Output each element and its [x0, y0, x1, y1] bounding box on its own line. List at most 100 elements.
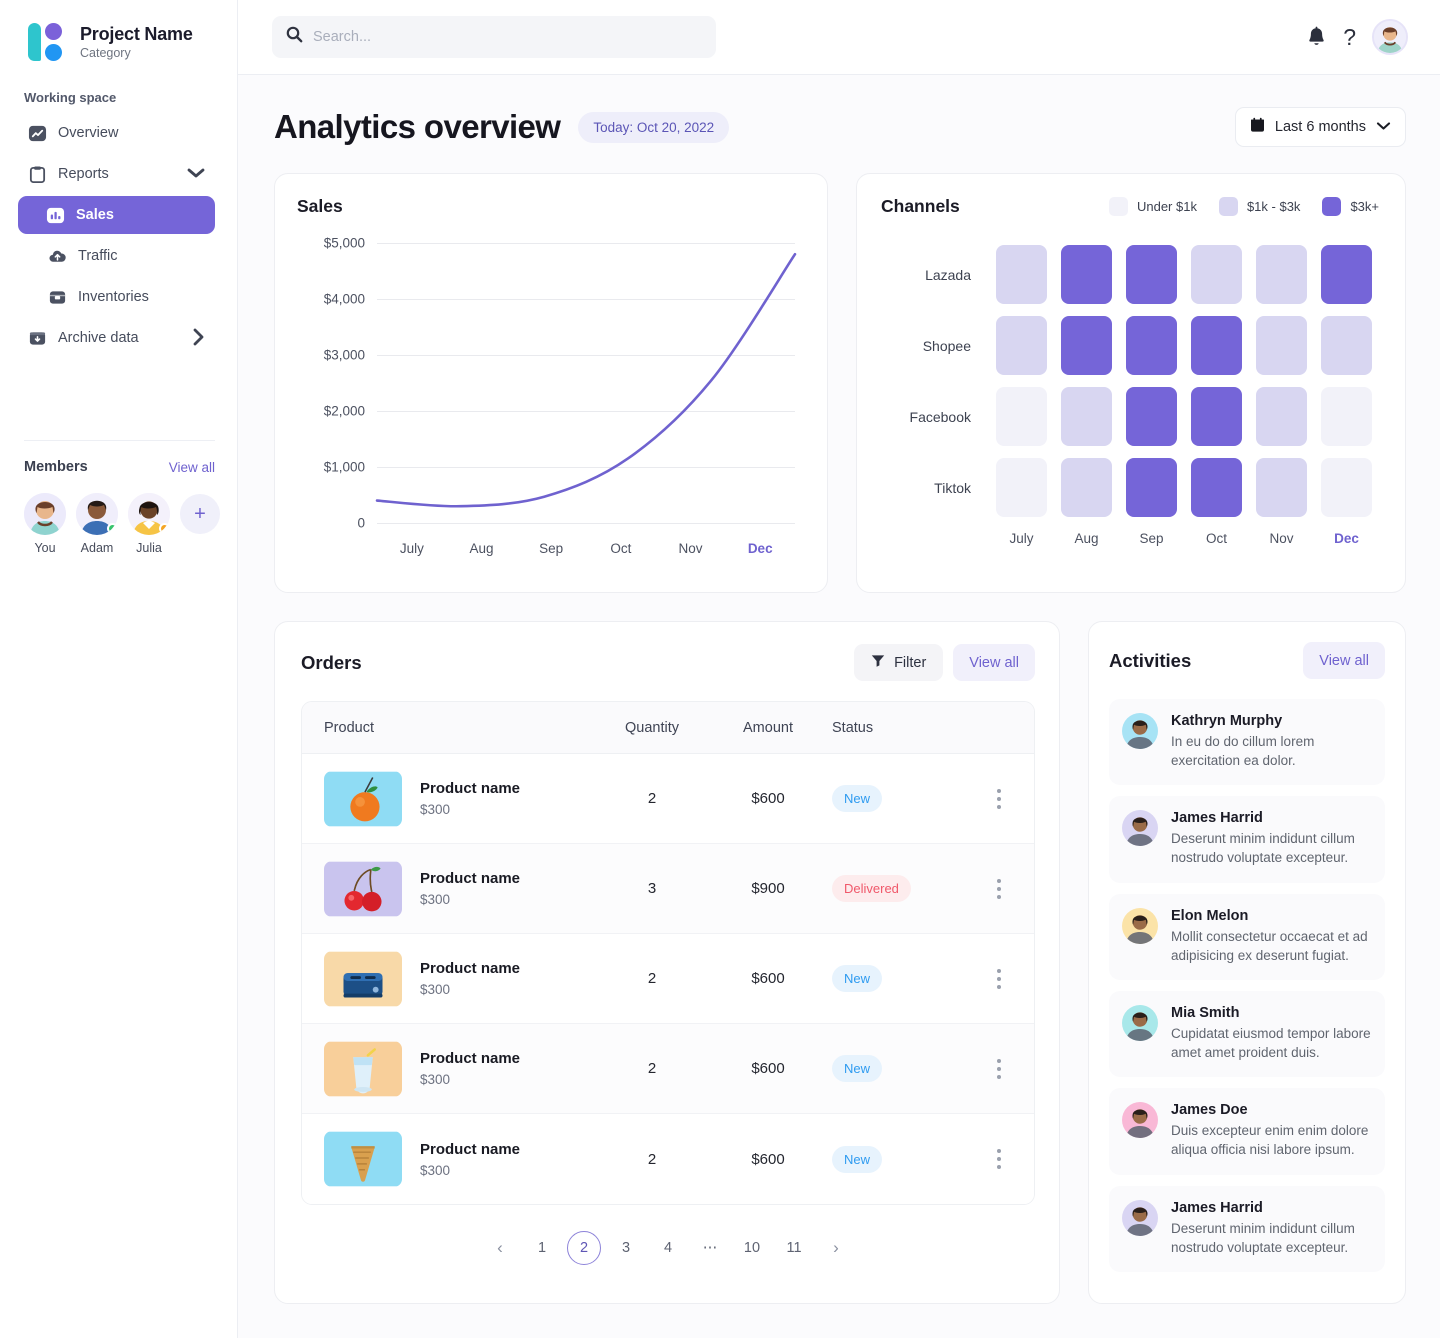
heatmap-cell[interactable] [1054, 239, 1119, 310]
heatmap-cell[interactable] [1119, 310, 1184, 381]
member-julia[interactable]: Julia [128, 493, 170, 555]
heatmap-cell-square [1126, 458, 1177, 517]
product-name: Product name [420, 780, 520, 797]
pagination-page[interactable]: 2 [567, 1231, 601, 1265]
sidebar-item-archive-data[interactable]: Archive data [18, 319, 215, 357]
table-row[interactable]: Product name$3002$600New [302, 1114, 1034, 1204]
heatmap-cell[interactable] [989, 381, 1054, 452]
sidebar-item-label: Sales [76, 207, 205, 223]
heatmap-cell[interactable] [1184, 381, 1249, 452]
heatmap-cell[interactable] [1184, 310, 1249, 381]
list-item[interactable]: Elon MelonMollit consectetur occaecat et… [1109, 894, 1385, 980]
pagination-next[interactable]: › [819, 1231, 853, 1265]
row-menu-icon[interactable] [997, 969, 1001, 989]
heatmap-cell[interactable] [1249, 381, 1314, 452]
pagination-prev[interactable]: ‹ [483, 1231, 517, 1265]
heatmap-cell[interactable] [1314, 381, 1379, 452]
members-view-all-link[interactable]: View all [169, 460, 215, 475]
member-you[interactable]: You [24, 493, 66, 555]
chevron-right-icon[interactable] [192, 328, 205, 349]
orders-card: Orders Filter View all [274, 621, 1060, 1304]
heatmap-cell[interactable] [1249, 452, 1314, 523]
product-name: Product name [420, 1050, 520, 1067]
brand[interactable]: Project Name Category [0, 0, 237, 74]
pagination-page[interactable]: 4 [651, 1231, 685, 1265]
heatmap-cell[interactable] [1054, 452, 1119, 523]
heatmap-cell[interactable] [1184, 452, 1249, 523]
pagination-page[interactable]: 11 [777, 1231, 811, 1265]
sidebar-item-inventories[interactable]: Inventories [38, 278, 215, 316]
list-item[interactable]: Kathryn MurphyIn eu do do cillum lorem e… [1109, 699, 1385, 785]
pagination-page[interactable]: 1 [525, 1231, 559, 1265]
list-item[interactable]: James HarridDeserunt minim indidunt cill… [1109, 796, 1385, 882]
order-amount: $600 [710, 790, 826, 807]
avatar [24, 493, 66, 535]
column-header-product: Product [302, 720, 594, 736]
heatmap-cell[interactable] [1119, 381, 1184, 452]
heatmap-grid [989, 239, 1379, 523]
heatmap-cell[interactable] [1314, 310, 1379, 381]
pagination-page[interactable]: 10 [735, 1231, 769, 1265]
heatmap-cell[interactable] [989, 452, 1054, 523]
heatmap-cell[interactable] [1314, 239, 1379, 310]
chevron-down-icon[interactable] [1376, 119, 1391, 135]
search-container[interactable] [272, 16, 716, 58]
heatmap-cell[interactable] [1249, 239, 1314, 310]
sidebar-item-label: Traffic [78, 248, 205, 264]
help-question-icon[interactable]: ? [1343, 26, 1356, 49]
pagination-page[interactable]: 3 [609, 1231, 643, 1265]
sales-chart-title: Sales [297, 196, 803, 217]
sidebar-item-overview[interactable]: Overview [18, 114, 215, 152]
chevron-down-icon[interactable] [187, 167, 205, 182]
bottom-row: Orders Filter View all [274, 621, 1406, 1304]
table-row[interactable]: Product name$3002$600New [302, 934, 1034, 1024]
list-item[interactable]: Mia SmithCupidatat eiusmod tempor labore… [1109, 991, 1385, 1077]
list-item[interactable]: James DoeDuis excepteur enim enim dolore… [1109, 1088, 1385, 1174]
status-badge: Delivered [832, 875, 911, 902]
table-row[interactable]: Product name$3002$600New [302, 1024, 1034, 1114]
sales-plot-area: $5,000 $4,000 $3,000 $2,000 $1,000 0 [377, 243, 795, 523]
activities-view-all-button[interactable]: View all [1303, 642, 1385, 679]
row-menu-icon[interactable] [997, 1149, 1001, 1169]
heatmap-row-label: Tiktok [881, 452, 989, 523]
member-adam[interactable]: Adam [76, 493, 118, 555]
heatmap-cell-square [1256, 316, 1307, 375]
row-menu-icon[interactable] [997, 789, 1001, 809]
notification-bell-icon[interactable] [1306, 26, 1327, 48]
heatmap-cell[interactable] [1054, 310, 1119, 381]
heatmap-cell-square [1061, 316, 1112, 375]
search-input[interactable] [313, 29, 702, 45]
list-item[interactable]: James HarridDeserunt minim indidunt cill… [1109, 1186, 1385, 1272]
heatmap-cell[interactable] [1184, 239, 1249, 310]
heatmap-cell[interactable] [1054, 381, 1119, 452]
page-header: Analytics overview Today: Oct 20, 2022 L… [274, 107, 1406, 147]
column-header-quantity: Quantity [594, 720, 710, 736]
heatmap-cell[interactable] [1119, 239, 1184, 310]
filter-button[interactable]: Filter [854, 644, 943, 681]
heatmap-row-label: Facebook [881, 381, 989, 452]
heatmap-cell[interactable] [989, 310, 1054, 381]
heatmap-cell[interactable] [1119, 452, 1184, 523]
row-menu-icon[interactable] [997, 879, 1001, 899]
row-menu-icon[interactable] [997, 1059, 1001, 1079]
heatmap-cell-square [996, 245, 1047, 304]
activity-text: Cupidatat eiusmod tempor labore amet ame… [1171, 1024, 1371, 1062]
add-member-button[interactable]: + [180, 494, 220, 534]
user-avatar[interactable] [1372, 19, 1408, 55]
table-row[interactable]: Product name$3002$600New [302, 754, 1034, 844]
x-tick-label: Dec [725, 541, 795, 556]
heatmap-cell[interactable] [1314, 452, 1379, 523]
sidebar-item-reports[interactable]: Reports [18, 155, 215, 193]
order-quantity: 2 [594, 1151, 710, 1168]
sidebar-item-label: Reports [58, 166, 176, 182]
table-row[interactable]: Product name$3003$900Delivered [302, 844, 1034, 934]
date-range-select[interactable]: Last 6 months [1235, 107, 1406, 147]
avatar [1122, 1102, 1158, 1138]
status-badge: New [832, 965, 882, 992]
sidebar-item-sales[interactable]: Sales [18, 196, 215, 234]
orders-view-all-button[interactable]: View all [953, 644, 1035, 681]
brand-subtitle: Category [80, 46, 193, 60]
heatmap-cell[interactable] [1249, 310, 1314, 381]
heatmap-cell[interactable] [989, 239, 1054, 310]
sidebar-item-traffic[interactable]: Traffic [38, 237, 215, 275]
